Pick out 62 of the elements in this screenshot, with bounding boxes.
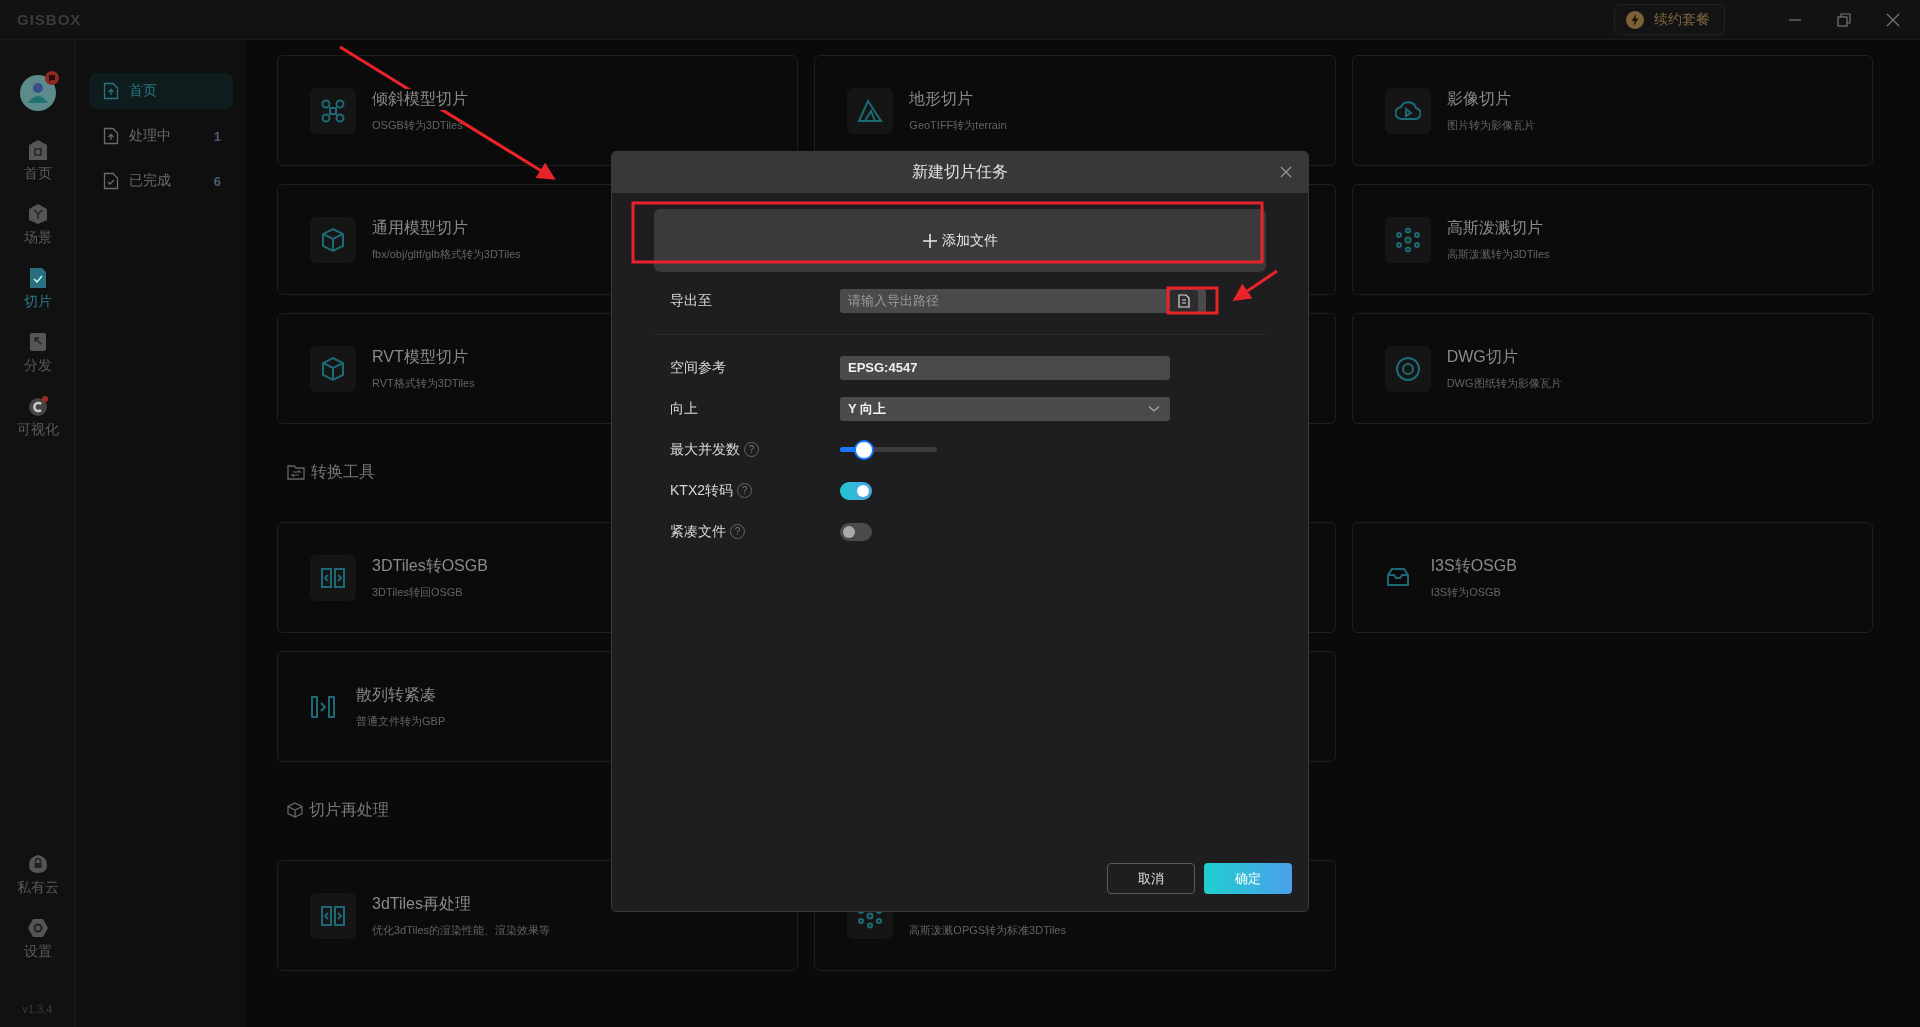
- lightning-icon: [1626, 10, 1644, 29]
- cancel-button[interactable]: 取消: [1107, 863, 1195, 894]
- mountain-icon: [847, 87, 894, 134]
- confirm-button[interactable]: 确定: [1204, 863, 1292, 894]
- lock-icon: [26, 853, 49, 875]
- plus-icon: [922, 232, 938, 249]
- nav-item[interactable]: 场景: [23, 203, 52, 247]
- field-label: 向上: [670, 399, 698, 418]
- field-label: 紧凑文件: [670, 522, 726, 541]
- tool-card[interactable]: I3S转OSGB I3S转为OSGB: [1351, 522, 1873, 633]
- add-file-button[interactable]: 添加文件: [654, 209, 1266, 272]
- convert-icon: [310, 554, 356, 601]
- restore-icon[interactable]: [1837, 12, 1851, 27]
- highlight-box: [1166, 286, 1219, 315]
- tool-card[interactable]: 倾斜模型切片 OSGB转为3DTiles: [277, 55, 799, 166]
- tool-card[interactable]: DWG切片 DWG图纸转为影像瓦片: [1351, 313, 1873, 424]
- ring-icon: [26, 395, 49, 417]
- cube-icon: [310, 216, 356, 263]
- tool-card[interactable]: 影像切片 图片转为影像瓦片: [1351, 55, 1873, 166]
- drone-icon: [310, 87, 356, 134]
- chevron-down-icon: [1148, 404, 1160, 413]
- nav-item[interactable]: 私有云: [16, 853, 59, 897]
- sidebar-item[interactable]: 处理中 1: [89, 118, 233, 154]
- field-label: 最大并发数: [670, 440, 740, 459]
- section-heading: 切片再处理: [287, 798, 389, 822]
- nav-item[interactable]: 设置: [23, 917, 52, 961]
- split-icon: [310, 693, 336, 720]
- field-label: 空间参考: [670, 358, 726, 377]
- document-icon: [103, 82, 119, 100]
- ring-icon: [1384, 345, 1431, 392]
- slider-thumb[interactable]: [854, 439, 875, 460]
- cloud-play-icon: [1384, 87, 1431, 134]
- close-icon[interactable]: [1886, 12, 1900, 27]
- toggle-switch[interactable]: [840, 522, 872, 541]
- nav-item[interactable]: 分发: [23, 331, 52, 375]
- tool-card[interactable]: 高斯泼溅切片 高斯泼溅转为3DTiles: [1351, 184, 1873, 295]
- document-icon: [103, 172, 119, 190]
- field-label: KTX2转码: [670, 481, 733, 500]
- document-icon: [103, 127, 119, 145]
- toggle-switch[interactable]: [840, 481, 872, 500]
- sidebar-item[interactable]: 首页: [89, 73, 233, 109]
- home-icon: [26, 139, 49, 161]
- close-icon[interactable]: [1280, 166, 1292, 178]
- nodes-icon: [1384, 216, 1431, 263]
- nav-item[interactable]: 可视化: [16, 395, 59, 439]
- nav-item[interactable]: 切片: [23, 267, 52, 311]
- input-field[interactable]: EPSG:4547: [840, 355, 1170, 380]
- convert-icon: [310, 892, 356, 939]
- renew-button[interactable]: 续约套餐: [1614, 4, 1725, 35]
- annotation-arrow: [1232, 269, 1278, 302]
- sidebar-item[interactable]: 已完成 6: [89, 163, 233, 199]
- cube-icon: [287, 802, 303, 818]
- section-heading: 转换工具: [287, 460, 375, 484]
- user-avatar[interactable]: [19, 71, 60, 111]
- cube-icon: [26, 203, 49, 225]
- settings-icon: [26, 917, 49, 939]
- nav-item[interactable]: 首页: [23, 139, 52, 183]
- browse-button[interactable]: [1170, 289, 1198, 312]
- folder-swap-icon: [287, 464, 305, 480]
- file-icon: [1178, 293, 1190, 308]
- cube-icon: [310, 345, 356, 392]
- dropdown[interactable]: Y 向上: [840, 396, 1170, 421]
